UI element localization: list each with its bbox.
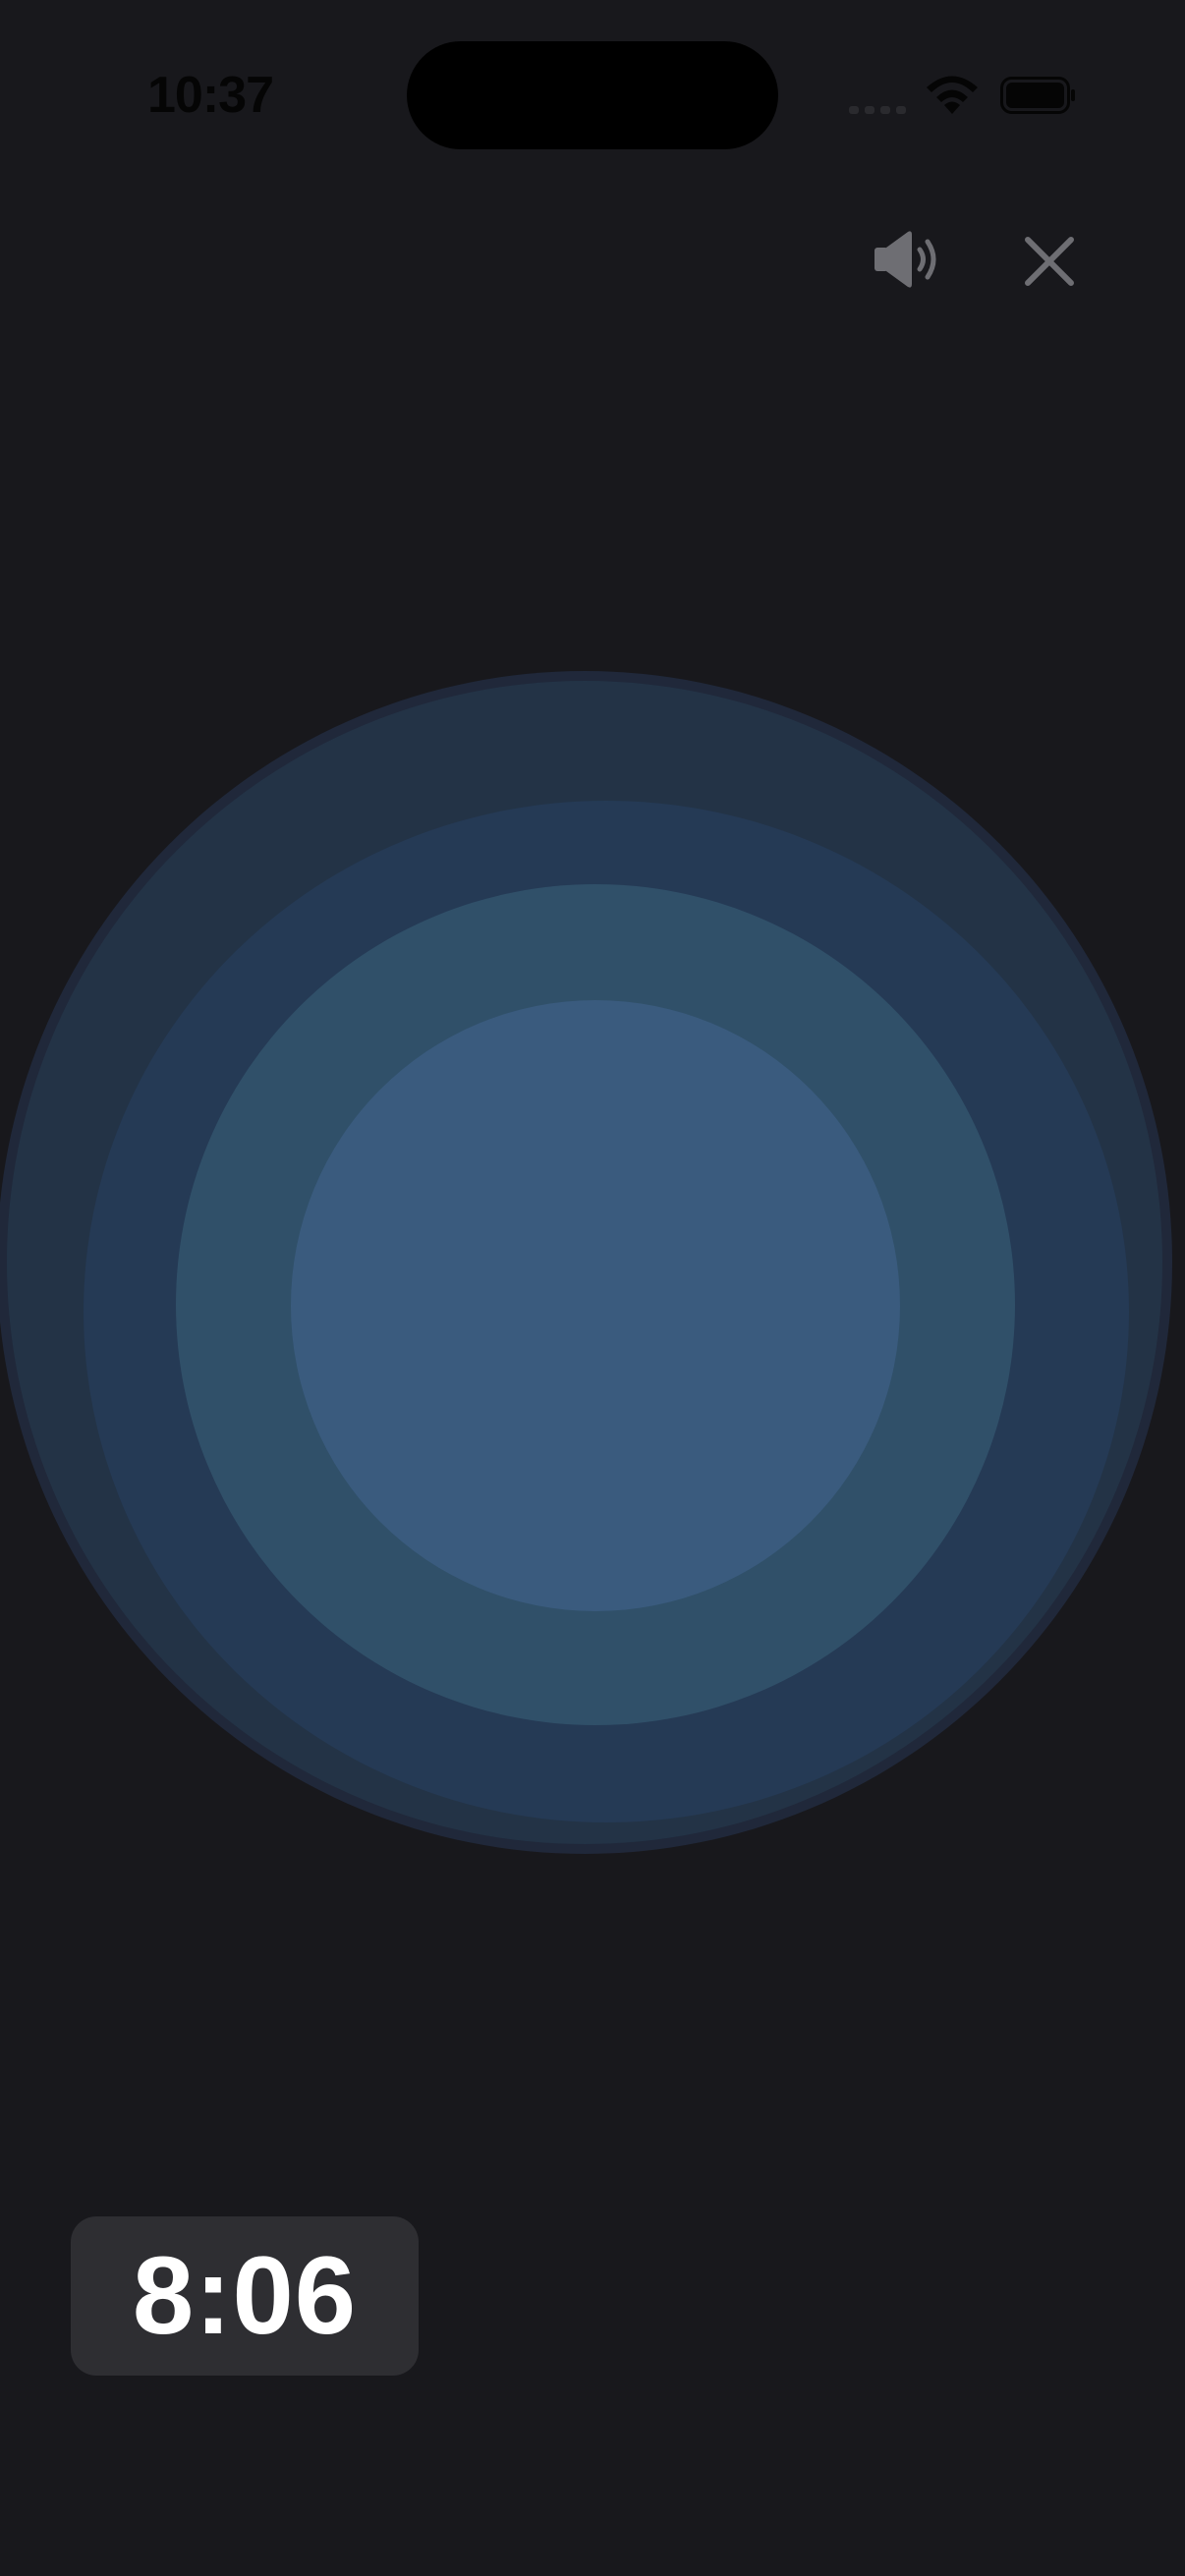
battery-icon [1000, 77, 1075, 114]
signal-icon [849, 106, 906, 114]
sound-button[interactable] [865, 224, 947, 295]
dynamic-island [407, 41, 778, 149]
close-icon [1025, 237, 1074, 286]
timer-text: 8:06 [132, 2234, 358, 2357]
speaker-icon [875, 231, 936, 288]
wifi-icon [927, 76, 978, 114]
breathing-ring-inner [291, 1000, 900, 1611]
timer-badge: 8:06 [71, 2216, 419, 2376]
breathing-circle [0, 671, 1172, 1854]
close-button[interactable] [1018, 230, 1081, 293]
breathing-screen: 10:37 8:06 [0, 0, 1185, 2576]
status-time: 10:37 [147, 67, 274, 124]
